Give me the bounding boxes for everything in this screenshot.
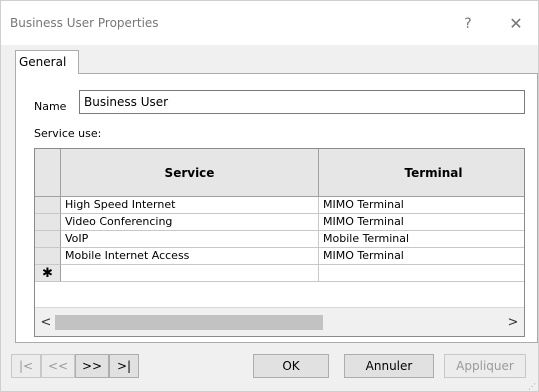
service-cell[interactable]: Mobile Internet Access: [61, 248, 319, 265]
row-header[interactable]: [35, 248, 61, 265]
row-header[interactable]: [35, 231, 61, 248]
name-field[interactable]: Business User: [79, 90, 525, 114]
title-bar: Business User Properties ? ✕: [1, 1, 538, 45]
service-grid[interactable]: Service Terminal High Speed Internet MIM…: [34, 148, 525, 337]
scroll-right-icon[interactable]: >: [504, 308, 522, 336]
nav-last-button[interactable]: >|: [109, 354, 139, 378]
name-label: Name: [34, 100, 67, 113]
nav-first-button[interactable]: |<: [11, 354, 41, 378]
service-cell[interactable]: Video Conferencing: [61, 214, 319, 231]
service-use-label: Service use:: [34, 127, 102, 140]
table-row[interactable]: High Speed Internet MIMO Terminal: [35, 197, 524, 214]
new-row[interactable]: ✱: [35, 265, 524, 282]
table-row[interactable]: Video Conferencing MIMO Terminal: [35, 214, 524, 231]
service-cell[interactable]: VoIP: [61, 231, 319, 248]
cancel-button[interactable]: Annuler: [344, 354, 434, 378]
terminal-cell[interactable]: Mobile Terminal: [319, 231, 524, 248]
table-row[interactable]: Mobile Internet Access MIMO Terminal: [35, 248, 524, 265]
close-icon[interactable]: ✕: [501, 9, 531, 39]
general-panel: Name Business User Service use: Service …: [15, 73, 538, 343]
terminal-cell[interactable]: MIMO Terminal: [319, 197, 524, 214]
column-header-terminal[interactable]: Terminal: [319, 149, 524, 197]
new-row-asterisk-icon[interactable]: ✱: [35, 265, 61, 282]
service-cell[interactable]: High Speed Internet: [61, 197, 319, 214]
dialog-window: Business User Properties ? ✕ General Nam…: [0, 0, 539, 392]
service-cell-empty[interactable]: [61, 265, 319, 282]
nav-prev-button[interactable]: <<: [41, 354, 75, 378]
column-header-service[interactable]: Service: [61, 149, 319, 197]
row-header[interactable]: [35, 197, 61, 214]
nav-next-button[interactable]: >>: [75, 354, 109, 378]
scroll-thumb[interactable]: [55, 315, 323, 330]
row-header[interactable]: [35, 214, 61, 231]
terminal-cell[interactable]: MIMO Terminal: [319, 214, 524, 231]
grid-corner-header[interactable]: [35, 149, 61, 197]
apply-button[interactable]: Appliquer: [444, 354, 526, 378]
horizontal-scrollbar[interactable]: < >: [35, 307, 524, 336]
terminal-cell[interactable]: MIMO Terminal: [319, 248, 524, 265]
tab-general[interactable]: General: [15, 50, 79, 74]
table-row[interactable]: VoIP Mobile Terminal: [35, 231, 524, 248]
ok-button[interactable]: OK: [253, 354, 329, 378]
terminal-cell-empty[interactable]: [319, 265, 524, 282]
help-button[interactable]: ?: [453, 9, 483, 39]
resize-grip-icon[interactable]: ⋰: [528, 382, 538, 392]
scroll-left-icon[interactable]: <: [37, 308, 55, 336]
window-title: Business User Properties: [10, 16, 159, 30]
